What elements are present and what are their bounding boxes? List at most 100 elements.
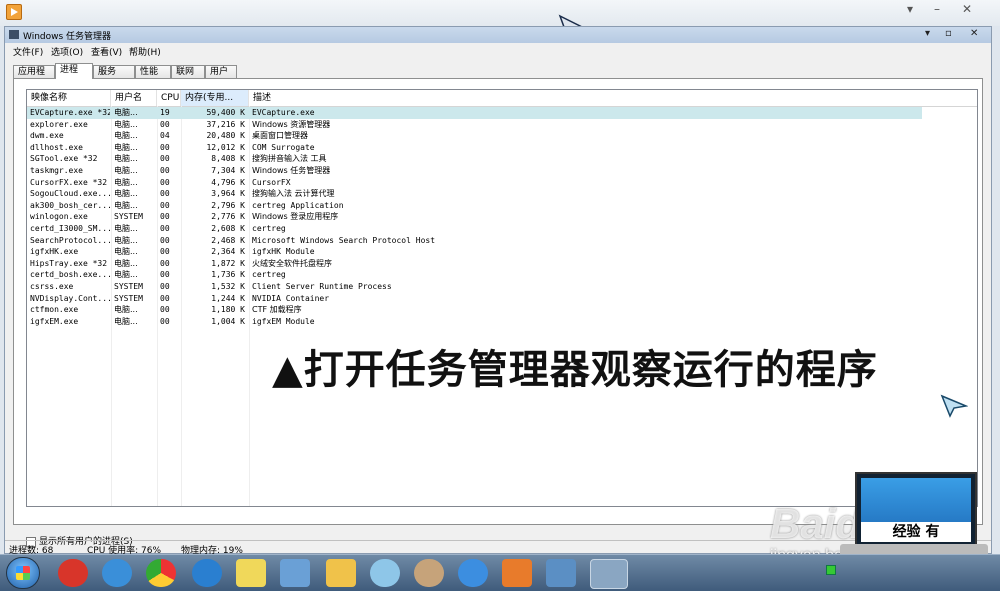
cell-user: 电脑... (114, 247, 138, 257)
ie-icon[interactable] (102, 559, 132, 587)
table-row[interactable]: CursorFX.exe *32 电脑... 00 4,796 K CursorFX (27, 177, 922, 189)
menu-file[interactable]: 文件(F) (13, 45, 43, 58)
table-row[interactable]: NVDisplay.Cont... SYSTEM 00 1,244 K NVIDIA C… (27, 293, 922, 305)
table-row[interactable]: SGTool.exe *32 电脑... 00 8,408 K 搜狗拼音输入法 工具 (27, 153, 922, 165)
chrome-icon[interactable] (146, 559, 176, 587)
process-list[interactable]: 映像名称 用户名 CPU 内存(专用... 描述 EVCapture.exe *… (26, 89, 978, 507)
taskmgr-icon[interactable] (590, 559, 628, 589)
tab-processes[interactable]: 进程 (55, 63, 93, 79)
cell-cpu: 00 (160, 166, 170, 175)
edge-icon[interactable] (192, 559, 222, 587)
cell-cpu: 00 (160, 293, 170, 303)
cell-desc: EVCapture.exe (252, 108, 315, 117)
cell-mem: 20,480 K (206, 131, 245, 141)
network-icon[interactable] (280, 559, 310, 587)
table-row[interactable]: taskmgr.exe 电脑... 00 7,304 K Windows 任务管理器 (27, 165, 922, 177)
minimize-icon[interactable]: ▾ (925, 28, 930, 39)
cell-name: ctfmon.exe (30, 305, 79, 315)
cell-name: SGTool.exe *32 (30, 154, 98, 164)
folder-icon[interactable] (326, 559, 356, 587)
pinwheel-icon[interactable] (370, 559, 400, 587)
table-row[interactable]: ak300_bosh_cer... 电脑... 00 2,796 K certreg A… (27, 200, 922, 212)
cell-desc: 桌面窗口管理器 (252, 131, 308, 141)
cell-name: certd_bosh.exe... (30, 270, 110, 280)
table-row[interactable]: dllhost.exe 电脑... 00 12,012 K COM Surrogate (27, 142, 922, 154)
tab-users[interactable]: 用户 (205, 65, 237, 78)
cell-name: CursorFX.exe *32 (30, 177, 108, 187)
cell-mem: 2,468 K (211, 235, 245, 245)
cell-desc: CTF 加载程序 (252, 305, 302, 315)
cell-cpu: 00 (160, 305, 170, 315)
paint-icon[interactable] (414, 559, 444, 587)
outer-minimize-icon[interactable]: – (934, 2, 940, 16)
table-row[interactable]: HipsTray.exe *32 电脑... 00 1,872 K 火绒安全软件托盘程序 (27, 258, 922, 270)
table-row[interactable]: SearchProtocol... 电脑... 00 2,468 K Microsoft… (27, 235, 922, 247)
recorder-app-icon (6, 4, 22, 20)
cell-cpu: 00 (160, 235, 170, 245)
col-user-name[interactable]: 用户名 (111, 90, 157, 106)
badge-text: 经验 (892, 524, 921, 540)
table-row[interactable]: dwm.exe 电脑... 04 20,480 K 桌面窗口管理器 (27, 130, 922, 142)
sticky-icon[interactable] (236, 559, 266, 587)
cell-name: dllhost.exe (30, 142, 83, 152)
outer-dropdown-icon[interactable]: ▾ (907, 2, 913, 16)
circle-app-icon[interactable] (458, 559, 488, 587)
close-icon[interactable]: ✕ (970, 28, 978, 39)
table-row[interactable]: ctfmon.exe 电脑... 00 1,180 K CTF 加载程序 (27, 304, 922, 316)
cell-name: dwm.exe (30, 131, 64, 141)
cell-user: 电脑... (114, 166, 138, 175)
table-row[interactable]: igfxEM.exe 电脑... 00 1,004 K igfxEM Module (27, 316, 922, 328)
cell-mem: 2,364 K (211, 247, 245, 257)
table-row[interactable]: EVCapture.exe *32 电脑... 19 59,400 K EVCaptur… (27, 107, 922, 119)
cell-desc: Windows 任务管理器 (252, 166, 331, 175)
cell-name: SearchProtocol... (30, 235, 110, 245)
cell-cpu: 00 (160, 189, 170, 199)
table-row[interactable]: igfxHK.exe 电脑... 00 2,364 K igfxHK Module (27, 246, 922, 258)
cell-name: SogouCloud.exe... (30, 189, 110, 199)
col-description[interactable]: 描述 (249, 90, 977, 106)
sogou-icon[interactable] (58, 559, 88, 587)
cell-mem: 2,796 K (211, 200, 245, 210)
col-cpu[interactable]: CPU (157, 90, 181, 106)
windows-start-icon[interactable] (6, 557, 40, 589)
table-row[interactable]: certd_I3000_SM... 电脑... 00 2,608 K certreg (27, 223, 922, 235)
cell-desc: Microsoft Windows Search Protocol Host (252, 235, 436, 245)
tab-networking[interactable]: 联网 (171, 65, 205, 78)
cell-cpu: 04 (160, 131, 170, 141)
cell-cpu: 00 (160, 258, 170, 268)
badge-suffix: 有 (925, 524, 940, 540)
list-header: 映像名称 用户名 CPU 内存(专用... 描述 (27, 90, 977, 107)
menu-options[interactable]: 选项(O) (51, 45, 83, 58)
window-title: Windows 任务管理器 (23, 32, 112, 42)
cell-user: 电脑... (114, 154, 138, 164)
tab-services[interactable]: 服务 (93, 65, 135, 78)
cell-user: SYSTEM (114, 212, 143, 222)
col-memory[interactable]: 内存(专用... (181, 90, 249, 106)
cell-name: csrss.exe (30, 282, 74, 291)
table-row[interactable]: winlogon.exe SYSTEM 00 2,776 K Windows 登录应用程… (27, 211, 922, 223)
table-row[interactable]: explorer.exe 电脑... 00 37,216 K Windows 资源管理器 (27, 119, 922, 131)
calendar-icon[interactable] (546, 559, 576, 587)
maximize-icon[interactable]: ▫ (945, 28, 952, 39)
cell-mem: 4,796 K (211, 177, 245, 187)
cell-desc: NVIDIA Container (252, 293, 330, 303)
table-row[interactable]: certd_bosh.exe... 电脑... 00 1,736 K certreg (27, 269, 922, 281)
tab-applications[interactable]: 应用程序 (13, 65, 55, 90)
cell-mem: 1,532 K (211, 282, 245, 291)
cell-mem: 2,608 K (211, 224, 245, 233)
menu-view[interactable]: 查看(V) (91, 45, 122, 58)
cell-mem: 59,400 K (206, 108, 245, 117)
outer-close-icon[interactable]: ✕ (962, 2, 972, 16)
table-row[interactable]: SogouCloud.exe... 电脑... 00 3,964 K 搜狗输入法 云计算… (27, 188, 922, 200)
menu-help[interactable]: 帮助(H) (129, 45, 161, 58)
col-image-name[interactable]: 映像名称 (27, 90, 111, 106)
cell-user: 电脑... (114, 305, 138, 315)
instruction-caption: ▲打开任务管理器观察运行的程序 (272, 346, 878, 393)
table-row[interactable]: csrss.exe SYSTEM 00 1,532 K Client Server Ru… (27, 281, 922, 293)
cell-name: winlogon.exe (30, 212, 88, 222)
cell-desc: igfxEM Module (252, 316, 315, 326)
tray-status-icon[interactable] (826, 565, 836, 575)
media-icon[interactable] (502, 559, 532, 587)
cell-desc: 火绒安全软件托盘程序 (252, 258, 332, 268)
tab-performance[interactable]: 性能 (135, 65, 171, 78)
